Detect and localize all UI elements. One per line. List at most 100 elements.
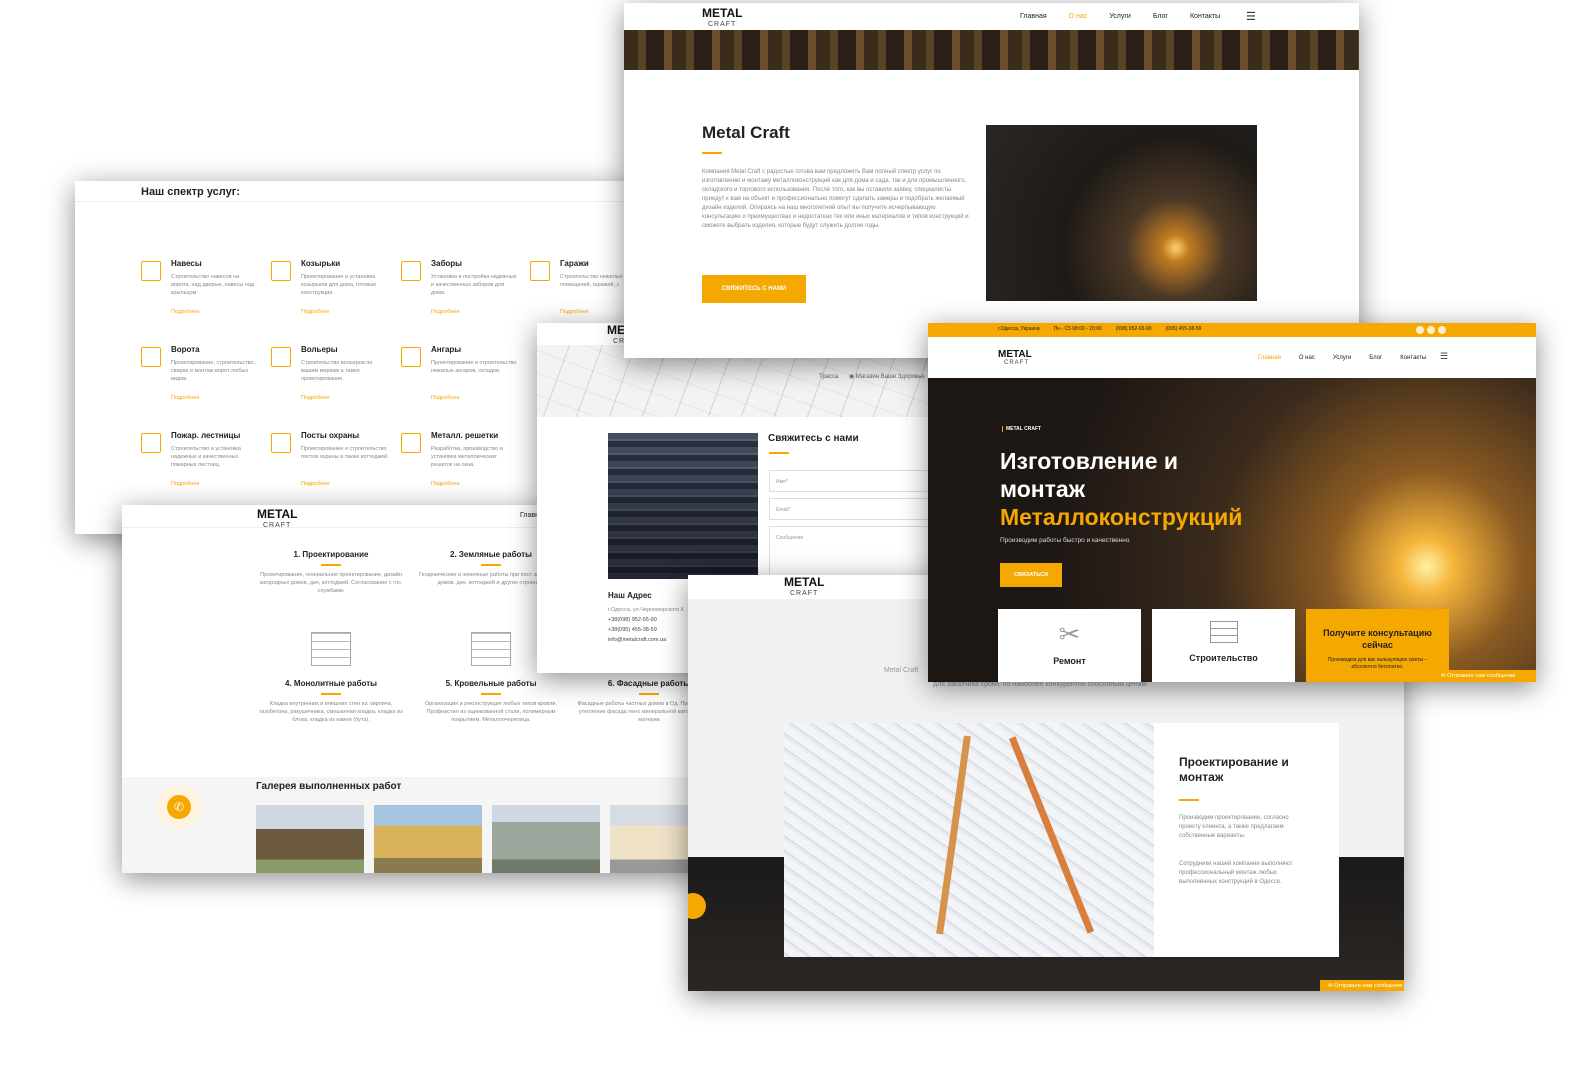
work-title: 4. Монолитные работы — [285, 679, 377, 688]
top-bar-info: г.Одесса, Украина Пн - С5 08:00 - 20:00 (0… — [998, 326, 1201, 332]
top-bar-item: (095) 455-38-59 — [1165, 326, 1202, 332]
hero-brand: METAL CRAFT — [1002, 426, 1041, 432]
service-icon — [141, 433, 161, 453]
header-banner — [624, 30, 1359, 70]
more-link[interactable]: Подробнее — [171, 481, 200, 487]
service-icon — [271, 261, 291, 281]
skype-icon[interactable] — [1416, 326, 1424, 334]
nav-item[interactable]: Контакты — [1400, 355, 1426, 361]
work-underline — [321, 564, 341, 566]
welder-photo — [986, 125, 1257, 301]
more-link[interactable]: Подробнее — [431, 481, 460, 487]
more-link[interactable]: Подробнее — [301, 481, 330, 487]
about-text: Компания Metal Craft с радостью готова в… — [702, 169, 969, 229]
tools-icon: ✂ — [1058, 619, 1081, 649]
more-link[interactable]: Подробнее — [171, 395, 200, 401]
nav-item[interactable]: Главная — [1258, 355, 1281, 361]
more-link[interactable]: Подробнее — [560, 309, 589, 315]
box-label: Ремонт — [1053, 656, 1086, 666]
nav-item[interactable]: О нас — [1069, 13, 1088, 20]
chat-button[interactable]: ✉ Отправьте нам сообщение — [1435, 670, 1536, 682]
logo[interactable]: ME CR — [607, 324, 625, 347]
brick-icon — [1209, 621, 1238, 643]
work-title: 6. Фасадные работы — [607, 679, 691, 688]
hero-subtitle: Производим работы быстро и качественно — [1000, 537, 1130, 544]
work-item: 4. Монолитные работы Кладка внутренних и … — [256, 679, 406, 724]
nav-item[interactable]: Блог — [1369, 355, 1382, 361]
service-desc: Проектирование, строительство , сварка и… — [171, 360, 257, 382]
phone-float-button[interactable]: ✆ — [157, 785, 201, 829]
menu-icon[interactable]: ☰ — [1246, 10, 1256, 23]
service-icon — [271, 433, 291, 453]
contact-button[interactable]: СВЯЗАТЬСЯ — [1000, 563, 1062, 587]
service-title: Ангары — [431, 345, 462, 354]
service-title: Ворота — [171, 345, 200, 354]
work-title: 5. Кровельные работы — [445, 679, 537, 688]
service-icon — [401, 347, 421, 367]
nav-item[interactable]: О нас — [1299, 355, 1315, 361]
divider — [75, 201, 635, 202]
work-underline — [639, 693, 659, 695]
logo[interactable]: METAL CRAFT — [784, 576, 824, 599]
name-input[interactable]: Имя* — [769, 470, 937, 492]
chat-button[interactable]: ✉ Отправьте нам сообщение — [1320, 980, 1404, 991]
nav-item[interactable]: Услуги — [1109, 13, 1131, 20]
main-nav: Главная О нас Услуги Блог Контакты — [1020, 13, 1220, 20]
email-link[interactable]: info@metalcraft.com.ua — [608, 636, 666, 645]
more-link[interactable]: Подробнее — [431, 309, 460, 315]
work-underline — [321, 693, 341, 695]
instagram-icon[interactable] — [1438, 326, 1446, 334]
nav-item[interactable]: Блог — [1153, 13, 1168, 20]
title-underline — [769, 452, 789, 454]
gallery-image[interactable] — [492, 805, 600, 873]
top-bar-item: Пн - С5 08:00 - 20:00 — [1053, 326, 1102, 332]
address-title: Наш Адрес — [608, 591, 652, 600]
phone-icon: ✆ — [167, 795, 191, 819]
work-desc: Фасадные работы частных домов в Од. Преи… — [577, 701, 702, 723]
service-title: Заборы — [431, 259, 463, 268]
email-input[interactable]: Email* — [769, 498, 937, 520]
gallery-image[interactable] — [256, 805, 364, 873]
more-link[interactable]: Подробнее — [171, 309, 200, 315]
service-desc: Строительство вольеров по вашим меркам а… — [301, 360, 373, 382]
service-desc: Строительство и установка надежных и кач… — [171, 446, 241, 468]
service-title: Навесы — [171, 259, 202, 268]
more-link[interactable]: Подробнее — [431, 395, 460, 401]
logo[interactable]: METAL CRAFT — [702, 7, 742, 30]
more-link[interactable]: Подробнее — [301, 395, 330, 401]
menu-icon[interactable]: ☰ — [1440, 351, 1448, 362]
contact-us-button[interactable]: СВЯЖИТЕСЬ С НАМИ — [702, 275, 806, 303]
main-nav: Главная О нас Услуги Блог Контакты — [1258, 355, 1426, 361]
nav-item[interactable]: Контакты — [1190, 13, 1220, 20]
service-desc: Проектирование и строительство нежилых а… — [431, 360, 517, 374]
more-link[interactable]: Подробнее — [301, 309, 330, 315]
consultation-text: Произведем для вас калькуляцию сметы – а… — [1327, 657, 1428, 670]
nav-item[interactable]: Услуги — [1333, 355, 1351, 361]
feature-box-construction[interactable]: Строительство — [1152, 609, 1295, 682]
map-label-shop: ◉ Магазин Ваше Здоровье — [849, 374, 925, 380]
work-underline — [481, 564, 501, 566]
consultation-box[interactable]: Получите консультацию сейчас Произведем … — [1306, 609, 1449, 682]
service-icon — [271, 347, 291, 367]
about-screenshot: METAL CRAFT Главная О нас Услуги Блог Контакт… — [624, 3, 1359, 358]
feature-box-repair[interactable]: ✂ Ремонт — [998, 609, 1141, 682]
nav-item[interactable]: Главная — [1020, 13, 1047, 20]
gallery-image[interactable] — [374, 805, 482, 873]
phone-1: +38(098) 952-65-90 — [608, 617, 657, 623]
map-label-road: Трасса — [819, 374, 839, 380]
project-title: Проектирование и монтаж — [1179, 755, 1289, 784]
social-icons — [1416, 326, 1446, 334]
work-item: 1. Проектирование Проектирование, генерал… — [256, 550, 406, 595]
factory-photo — [608, 433, 758, 579]
service-icon — [401, 433, 421, 453]
logo[interactable]: METAL CRAFT — [998, 350, 1032, 368]
service-title: Посты охраны — [301, 431, 360, 440]
service-desc: Строительство навесов на ворота, над две… — [171, 274, 255, 296]
facebook-icon[interactable] — [1427, 326, 1435, 334]
work-icon — [471, 632, 511, 666]
service-desc: Проектирование и строительство постов ох… — [301, 446, 389, 460]
project-text-box: Проектирование и монтаж Производим проек… — [1154, 723, 1339, 957]
message-textarea[interactable]: Сообщение — [769, 526, 937, 576]
services-title: Наш спектр услуг: — [141, 186, 240, 198]
work-desc: Организация и реконструкция любых типов … — [424, 701, 558, 723]
